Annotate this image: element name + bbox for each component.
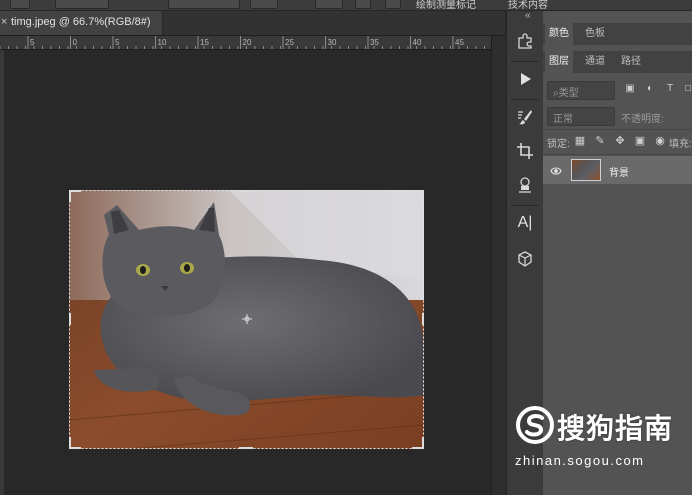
option-control[interactable] (168, 0, 240, 9)
sogou-logo-icon (516, 406, 554, 444)
lock-brush-icon[interactable]: ✎ (593, 134, 607, 148)
watermark-brand: 搜狗指南 (557, 413, 674, 444)
puzzle-icon[interactable] (511, 27, 539, 55)
filter-image-icon[interactable]: ▣ (623, 82, 637, 96)
layer-name: 背景 (609, 168, 629, 179)
option-control[interactable] (355, 0, 371, 9)
ruler-tick-label: 0 (73, 38, 78, 47)
character-icon[interactable]: A| (511, 209, 539, 237)
ruler-tick-label: 10 (158, 38, 167, 47)
option-control[interactable] (55, 0, 109, 9)
filter-placeholder: ⌕类型 (553, 88, 579, 99)
tab-swatches[interactable]: 色板 (581, 23, 609, 45)
ruler-tick-label: 5 (30, 38, 35, 47)
fill-label[interactable]: 填充: (669, 135, 692, 150)
document-tab[interactable]: × timg.jpeg @ 66.7%(RGB/8#) (0, 11, 163, 35)
lock-all-icon[interactable]: ◉ (653, 134, 667, 148)
divider (511, 99, 539, 100)
sogou-watermark: 搜狗指南 zhinan.sogou.com (515, 405, 685, 475)
filter-shape-icon[interactable]: □ (681, 82, 692, 96)
lock-label: 锁定: (547, 139, 570, 150)
lock-row: 锁定: ▦ ✎ ✥ ▣ ◉ 填充: (543, 129, 692, 155)
3d-icon[interactable] (511, 245, 539, 273)
cat-image[interactable] (69, 190, 424, 449)
tab-color[interactable]: 颜色 (545, 23, 573, 45)
ruler-tick-label: 25 (285, 38, 294, 47)
color-tabs: 颜色 色板 (543, 23, 692, 45)
lock-transparent-icon[interactable]: ▦ (573, 134, 587, 148)
ruler-tick-label: 20 (243, 38, 252, 47)
opacity-label[interactable]: 不透明度: (621, 110, 664, 125)
options-bar: 绘制测量标记 技术内容 (0, 0, 692, 11)
ruler-tick-label: 15 (200, 38, 209, 47)
document-title: timg.jpeg @ 66.7%(RGB/8#) (11, 16, 151, 28)
eye-icon[interactable] (550, 164, 562, 176)
ruler-ticks: 5 0 5 10 15 20 25 30 35 40 45 (0, 36, 485, 49)
filter-adjust-icon[interactable]: ◐ (643, 82, 657, 96)
ruler-tick-label: 40 (413, 38, 422, 47)
ruler-tick-label: 5 (115, 38, 120, 47)
layer-filter-dropdown[interactable]: ⌕类型 (547, 81, 615, 100)
tab-channels[interactable]: 通道 (581, 51, 609, 73)
collapse-panels-icon[interactable]: « (525, 10, 531, 21)
play-icon[interactable] (511, 65, 539, 93)
tab-layers[interactable]: 图层 (545, 51, 573, 73)
option-control[interactable] (385, 0, 401, 9)
option-control[interactable] (250, 0, 278, 9)
lock-move-icon[interactable]: ✥ (613, 134, 627, 148)
vertical-scrollbar[interactable] (491, 36, 506, 495)
tab-paths[interactable]: 路径 (617, 51, 645, 73)
close-tab-icon[interactable]: × (1, 16, 7, 28)
brush-settings-icon[interactable] (511, 103, 539, 131)
blend-mode-dropdown[interactable]: 正常 (547, 107, 615, 126)
stamp-icon[interactable] (511, 171, 539, 199)
ruler-tick-label: 30 (328, 38, 337, 47)
divider (511, 205, 539, 206)
layer-thumbnail (571, 159, 601, 181)
ruler-tick-label: 35 (370, 38, 379, 47)
layer-tabs: 图层 通道 路径 (543, 51, 692, 73)
layer-row[interactable]: 背景 (543, 156, 692, 184)
cat-photo (69, 190, 424, 449)
blend-mode-value: 正常 (553, 114, 573, 125)
ruler-tick-label: 45 (455, 38, 464, 47)
option-control[interactable] (10, 0, 30, 9)
option-label-1[interactable]: 绘制测量标记 (416, 0, 476, 11)
watermark-url: zhinan.sogou.com (515, 453, 645, 468)
horizontal-ruler[interactable]: 5 0 5 10 15 20 25 30 35 40 45 (0, 36, 491, 50)
crop-icon[interactable] (511, 137, 539, 165)
filter-type-icon[interactable]: T (663, 82, 677, 96)
option-control[interactable] (315, 0, 343, 9)
document-tab-bar: × timg.jpeg @ 66.7%(RGB/8#) (0, 11, 505, 36)
divider (511, 61, 539, 62)
lock-artboard-icon[interactable]: ▣ (633, 134, 647, 148)
